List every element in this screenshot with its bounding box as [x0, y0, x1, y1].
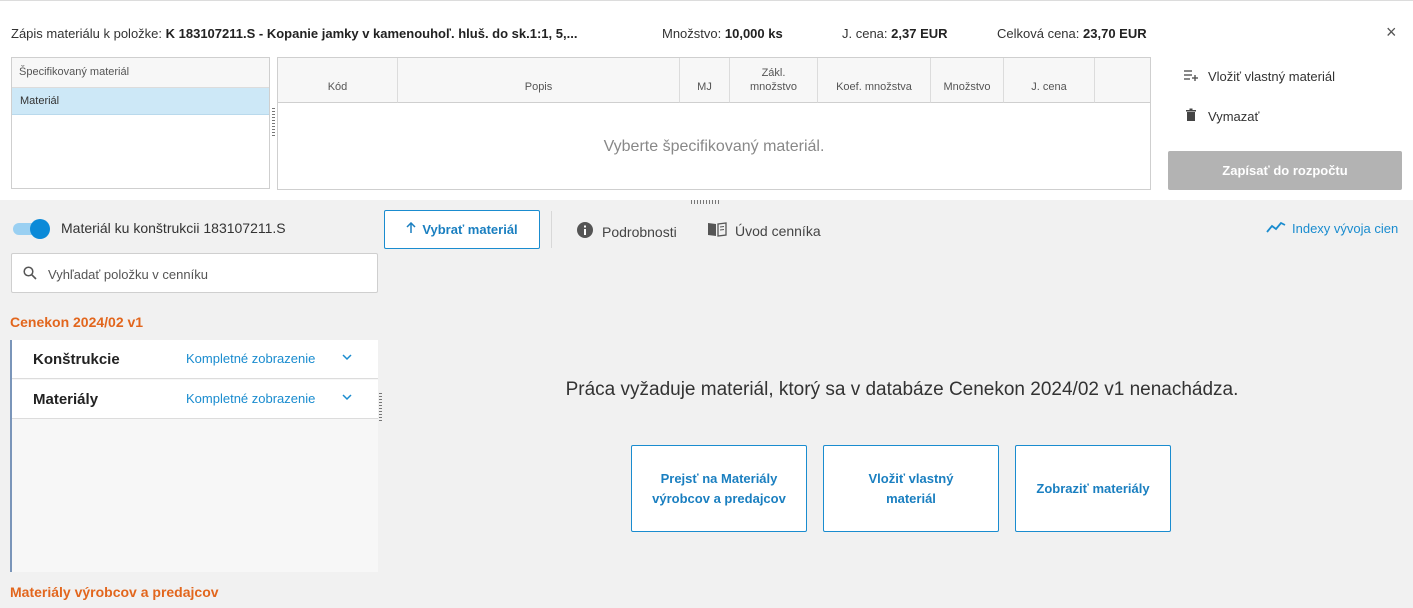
- insert-custom-material-button[interactable]: Vložiť vlastný materiál: [1184, 68, 1335, 85]
- details-button[interactable]: Podrobnosti: [576, 221, 677, 242]
- resize-handle-vertical[interactable]: [272, 108, 275, 138]
- add-list-icon: [1184, 68, 1198, 85]
- price-list-intro-button[interactable]: Úvod cenníka: [707, 221, 821, 240]
- entry-title-prefix: Zápis materiálu k položke:: [11, 26, 163, 41]
- material-grid: Kód Popis MJ Zákl. množstvo Koef. množst…: [277, 57, 1151, 190]
- toggle-label: Materiál ku konštrukcii 183107211.S: [61, 220, 286, 236]
- unit-price-label: J. cena:: [842, 26, 888, 41]
- trend-chart-icon: [1266, 221, 1286, 236]
- chevron-down-icon[interactable]: [342, 351, 352, 365]
- catalog-tree: Konštrukcie Kompletné zobrazenie Materiá…: [10, 340, 378, 572]
- price-index-link[interactable]: Indexy vývoja cien: [1266, 221, 1398, 236]
- close-icon[interactable]: ×: [1386, 22, 1397, 42]
- entry-title: Zápis materiálu k položke: K 183107211.S…: [11, 26, 577, 41]
- resize-handle-horizontal[interactable]: [691, 200, 721, 204]
- insert-own-material-button[interactable]: Vložiť vlastný materiál: [823, 445, 999, 532]
- unit-price-value: 2,37 EUR: [891, 26, 948, 41]
- info-icon: [576, 221, 594, 242]
- arrow-up-icon: [406, 221, 416, 237]
- search-icon: [23, 266, 37, 280]
- toggle-knob: [30, 219, 50, 239]
- catalog-search-input[interactable]: [46, 263, 370, 285]
- column-header-unit[interactable]: MJ: [680, 58, 730, 103]
- catalog-title: Cenekon 2024/02 v1: [10, 314, 144, 330]
- go-to-manufacturer-materials-button[interactable]: Prejsť na Materiály výrobcov a predajcov: [631, 445, 807, 532]
- total-price-label: Celková cena:: [997, 26, 1080, 41]
- specified-material-row[interactable]: Materiál: [12, 88, 269, 115]
- insert-custom-material-label: Vložiť vlastný materiál: [1208, 69, 1335, 84]
- total-price-value: 23,70 EUR: [1083, 26, 1147, 41]
- price-index-label: Indexy vývoja cien: [1292, 221, 1399, 236]
- column-header-qty-coef[interactable]: Koef. množstva: [818, 58, 931, 103]
- column-header-code[interactable]: Kód: [278, 58, 398, 103]
- catalog-group-materials[interactable]: Materiály Kompletné zobrazenie: [12, 380, 378, 419]
- catalog-group-constructions[interactable]: Konštrukcie Kompletné zobrazenie: [12, 340, 378, 379]
- catalog-group-name: Materiály: [33, 391, 99, 408]
- manufacturers-materials-title[interactable]: Materiály výrobcov a predajcov: [10, 584, 219, 600]
- full-view-link[interactable]: Kompletné zobrazenie: [186, 351, 315, 366]
- chevron-down-icon[interactable]: [342, 391, 352, 405]
- unit-price-info: J. cena: 2,37 EUR: [842, 26, 948, 41]
- details-label: Podrobnosti: [602, 223, 677, 240]
- trash-icon: [1184, 108, 1198, 125]
- column-header-base-qty[interactable]: Zákl. množstvo: [730, 58, 818, 103]
- toolbar-divider: [551, 211, 552, 248]
- entry-title-item: K 183107211.S - Kopanie jamky v kamenouh…: [165, 26, 578, 41]
- select-material-label: Vybrať materiál: [422, 222, 518, 237]
- quantity-label: Množstvo:: [662, 26, 722, 41]
- specified-material-header: Špecifikovaný materiál: [12, 58, 269, 88]
- price-list-intro-label: Úvod cenníka: [735, 222, 821, 239]
- column-header-extra: [1095, 58, 1150, 103]
- missing-material-message: Práca vyžaduje materiál, ktorý sa v data…: [565, 379, 1239, 400]
- write-to-budget-button[interactable]: Zapísať do rozpočtu: [1168, 151, 1402, 190]
- delete-button[interactable]: Vymazať: [1184, 108, 1259, 125]
- book-icon: [707, 221, 727, 240]
- column-header-quantity[interactable]: Množstvo: [931, 58, 1004, 103]
- catalog-search-box: [11, 253, 378, 293]
- show-materials-button[interactable]: Zobraziť materiály: [1015, 445, 1171, 532]
- column-header-description[interactable]: Popis: [398, 58, 680, 103]
- construction-material-toggle[interactable]: [13, 218, 50, 240]
- delete-label: Vymazať: [1208, 109, 1260, 124]
- catalog-group-name: Konštrukcie: [33, 351, 120, 368]
- quantity-info: Množstvo: 10,000 ks: [662, 26, 783, 41]
- grid-empty-message: Vyberte špecifikovaný materiál.: [603, 137, 825, 155]
- quantity-value: 10,000 ks: [724, 26, 783, 41]
- full-view-link[interactable]: Kompletné zobrazenie: [186, 391, 315, 406]
- total-price-info: Celková cena: 23,70 EUR: [997, 26, 1147, 41]
- specified-material-list: Špecifikovaný materiál Materiál: [11, 57, 270, 189]
- column-header-unit-price[interactable]: J. cena: [1004, 58, 1095, 103]
- select-material-button[interactable]: Vybrať materiál: [384, 210, 540, 249]
